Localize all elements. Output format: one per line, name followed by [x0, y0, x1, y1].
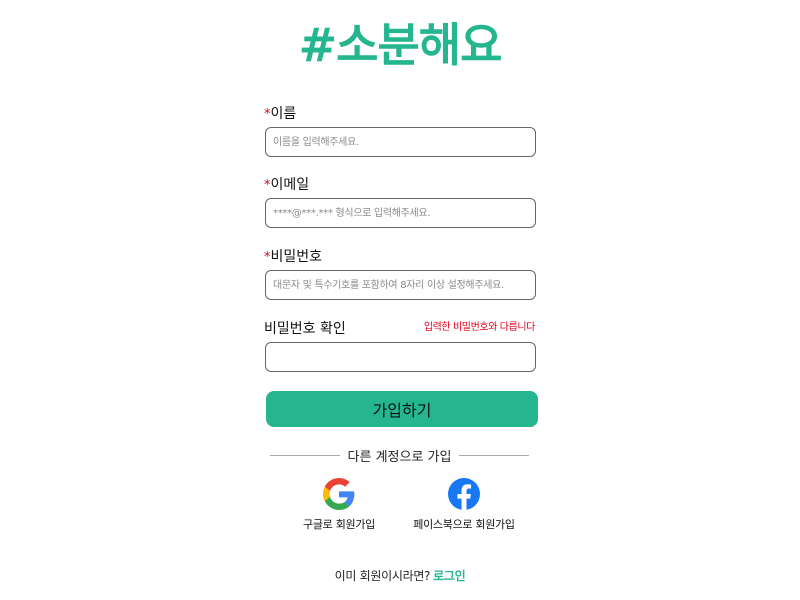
password-field-group: *비밀번호: [264, 248, 538, 300]
name-input[interactable]: [265, 127, 536, 157]
divider-line-right: [459, 454, 530, 456]
login-prompt-row: 이미 회원이시라면? 로그인: [0, 567, 800, 584]
login-link[interactable]: 로그인: [433, 569, 466, 583]
name-label: *이름: [264, 105, 538, 123]
google-signup-button[interactable]: 구글로 회원가입: [269, 478, 409, 532]
social-divider-text: 다른 계정으로 가입: [347, 449, 452, 465]
password-label-text: 비밀번호: [270, 249, 323, 265]
social-divider: 다른 계정으로 가입: [270, 445, 530, 465]
facebook-signup-label: 페이스북으로 회원가입: [413, 518, 515, 531]
email-input[interactable]: [265, 198, 536, 228]
email-label: *이메일: [264, 176, 538, 194]
google-icon: [323, 478, 355, 510]
email-label-text: 이메일: [270, 177, 310, 193]
divider-line-left: [270, 454, 340, 456]
name-label-text: 이름: [270, 106, 297, 122]
signup-button[interactable]: 가입하기: [266, 391, 538, 427]
name-field-group: *이름: [264, 105, 538, 157]
password-input[interactable]: [265, 270, 536, 300]
signup-page: #소분해요 *이름 *이메일 *비밀번호 비밀번호 확인 입력한 비밀번호와 다…: [0, 0, 800, 600]
password-confirm-field-group: 비밀번호 확인 입력한 비밀번호와 다릅니다: [264, 320, 538, 372]
brand-logo[interactable]: #소분해요: [0, 14, 800, 76]
facebook-signup-button[interactable]: 페이스북으로 회원가입: [394, 478, 534, 532]
facebook-icon: [448, 478, 480, 510]
password-label: *비밀번호: [264, 248, 538, 266]
login-prompt-text: 이미 회원이시라면?: [334, 569, 431, 583]
password-mismatch-error: 입력한 비밀번호와 다릅니다: [423, 322, 536, 333]
google-signup-label: 구글로 회원가입: [303, 518, 375, 531]
password-confirm-input[interactable]: [265, 342, 536, 372]
email-field-group: *이메일: [264, 176, 538, 228]
